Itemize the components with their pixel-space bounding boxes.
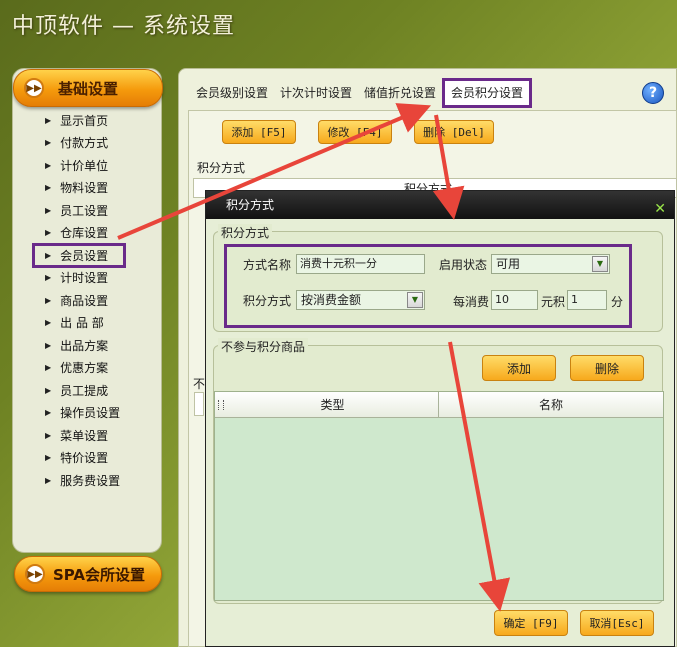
annotation-arrows bbox=[117, 103, 511, 612]
arrow-to-confirm bbox=[448, 341, 511, 612]
arrow-member-to-tab bbox=[117, 103, 432, 240]
arrow-tab-to-dialog bbox=[432, 114, 465, 220]
